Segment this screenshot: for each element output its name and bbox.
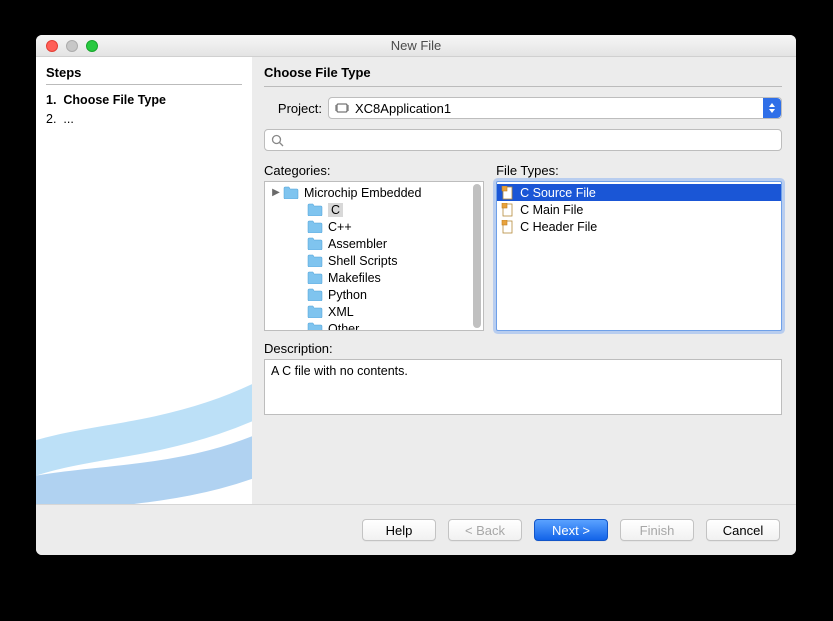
filetypes-label: File Types: [496,163,782,178]
panel-heading: Choose File Type [264,65,782,80]
step-2: 2. ... [46,110,242,129]
cancel-button[interactable]: Cancel [706,519,780,541]
category-item[interactable]: Assembler [265,235,483,252]
filetype-item[interactable]: C Main File [497,201,781,218]
category-item[interactable]: XML [265,303,483,320]
project-select[interactable]: XC8Application1 [328,97,782,119]
category-item[interactable]: Makefiles [265,269,483,286]
category-item[interactable]: Shell Scripts [265,252,483,269]
select-arrows-icon [763,98,781,118]
chip-icon [335,102,349,114]
categories-list[interactable]: ▶Microchip EmbeddedCC++AssemblerShell Sc… [264,181,484,331]
category-item[interactable]: Other [265,320,483,331]
window-title: New File [36,38,796,53]
filetype-item[interactable]: C Header File [497,218,781,235]
back-button[interactable]: < Back [448,519,522,541]
finish-button[interactable]: Finish [620,519,694,541]
category-item[interactable]: C [265,201,483,218]
filetype-item[interactable]: C Source File [497,184,781,201]
category-item[interactable]: Python [265,286,483,303]
search-icon [271,134,284,147]
next-button[interactable]: Next > [534,519,608,541]
filter-input-wrap[interactable] [264,129,782,151]
step-1: 1. Choose File Type [46,91,242,110]
button-bar: Help < Back Next > Finish Cancel [36,504,796,555]
steps-sidebar: Steps 1. Choose File Type 2. ... [36,57,252,504]
main-panel: Choose File Type Project: XC8Application… [252,57,796,504]
filter-input[interactable] [288,132,775,149]
project-value: XC8Application1 [355,101,451,116]
new-file-dialog: New File Steps 1. Choose File Type 2. ..… [36,35,796,555]
scrollbar[interactable] [473,184,481,328]
categories-label: Categories: [264,163,484,178]
description-text: A C file with no contents. [264,359,782,415]
titlebar: New File [36,35,796,57]
filetypes-list[interactable]: C Source FileC Main FileC Header File [496,181,782,331]
project-label: Project: [264,101,322,116]
description-label: Description: [264,341,782,356]
category-item[interactable]: C++ [265,218,483,235]
category-item[interactable]: ▶Microchip Embedded [265,184,483,201]
decorative-swoosh [36,344,252,504]
help-button[interactable]: Help [362,519,436,541]
steps-heading: Steps [46,65,242,80]
